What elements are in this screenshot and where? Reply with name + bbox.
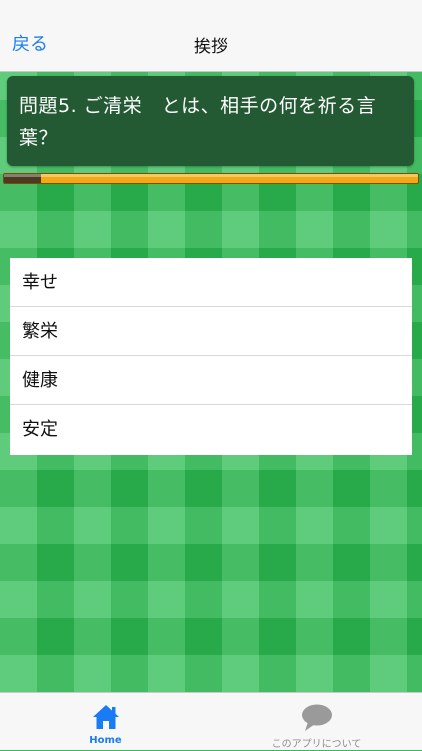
tab-home-label: Home: [89, 735, 122, 746]
answer-list: 幸せ 繁栄 健康 安定: [10, 258, 412, 455]
speech-bubble-icon: [300, 703, 334, 737]
house-icon: [91, 703, 121, 735]
tab-home[interactable]: Home: [0, 693, 211, 751]
question-box: 問題5. ご清栄 とは、相手の何を祈る言葉？: [7, 76, 414, 166]
navigation-bar: 戻る 挨拶: [0, 0, 422, 72]
tab-about-app[interactable]: このアプリについて: [211, 693, 422, 751]
page-title: 挨拶: [194, 37, 228, 57]
answer-option-2[interactable]: 繁栄: [10, 307, 412, 356]
progress-bar-fill: [4, 174, 42, 183]
tab-about-label: このアプリについて: [271, 739, 362, 750]
question-text: 問題5. ご清栄 とは、相手の何を祈る言葉？: [19, 95, 377, 149]
progress-bar: [3, 173, 419, 184]
quiz-content: 問題5. ご清栄 とは、相手の何を祈る言葉？ 幸せ 繁栄 健康 安定: [0, 72, 422, 692]
answer-option-1[interactable]: 幸せ: [10, 258, 412, 307]
answer-option-3[interactable]: 健康: [10, 356, 412, 405]
tab-bar: Home このアプリについて: [0, 692, 422, 750]
answer-option-4[interactable]: 安定: [10, 405, 412, 455]
